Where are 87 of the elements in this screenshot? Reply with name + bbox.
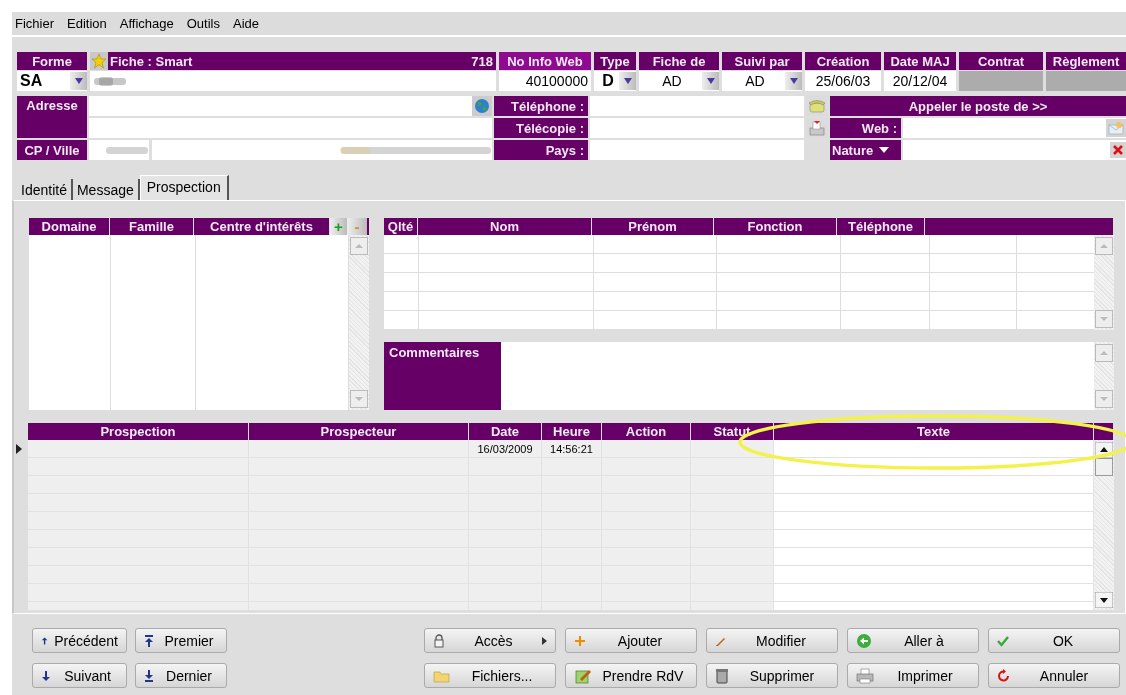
record-number: 718 (471, 53, 493, 69)
dropdown-arrow-icon (74, 78, 83, 84)
dropdown-field[interactable]: AD (722, 71, 802, 91)
date-field[interactable]: 25/06/03 (805, 71, 881, 91)
star-icon[interactable] (90, 52, 108, 70)
notepad-icon (574, 667, 592, 684)
action-button[interactable]: Aller à (847, 628, 979, 653)
input-field[interactable] (590, 140, 804, 160)
telephone-icon[interactable] (808, 98, 826, 114)
field-label: Télécopie : (494, 118, 588, 138)
undo-icon (997, 668, 1011, 683)
dropdown-arrow-icon (706, 78, 715, 84)
dropdown-field[interactable]: D (594, 71, 636, 91)
nature-dropdown[interactable]: Nature (830, 140, 901, 160)
nav-button[interactable]: Premier (135, 628, 227, 653)
field-label: No Info Web (499, 52, 591, 70)
input-field[interactable]: 40100000 (499, 71, 591, 91)
tab[interactable]: Prospection (139, 175, 229, 200)
nav-button[interactable]: Précédent (32, 628, 127, 653)
field-label: Fiche de (639, 52, 719, 70)
check-icon (997, 634, 1009, 647)
record-title: Fiche : Smart (110, 53, 193, 69)
action-button[interactable]: Accès (424, 628, 556, 653)
nav-button[interactable]: Dernier (135, 663, 227, 688)
menu-item[interactable]: Affichage (119, 16, 174, 31)
arrow-circle-icon (856, 632, 872, 649)
field-label: Type (594, 52, 636, 70)
menu-item[interactable]: Aide (232, 16, 259, 31)
input-field[interactable] (903, 140, 1126, 160)
field-label: Création (805, 52, 881, 70)
globe-icon[interactable] (472, 96, 492, 116)
dropdown-arrow-icon (623, 78, 632, 84)
dropdown-field[interactable]: SA (17, 71, 87, 91)
menu-item[interactable]: Fichier (15, 16, 54, 31)
dropdown-field[interactable]: AD (639, 71, 719, 91)
down-arrow-icon (41, 669, 51, 682)
action-button[interactable]: OK (988, 628, 1120, 653)
comments-label: Commentaires (384, 342, 501, 410)
address-field[interactable] (89, 118, 492, 138)
field-label: Adresse (17, 96, 87, 138)
action-button[interactable]: Imprimer (847, 663, 979, 688)
table-cell: 14:56:21 (542, 440, 602, 457)
dropdown-arrow-icon (789, 78, 798, 84)
action-button[interactable]: Modifier (706, 628, 838, 653)
input-field[interactable] (590, 96, 804, 116)
up-to-top-icon (144, 634, 154, 647)
up-arrow-icon (41, 634, 49, 647)
field-label: Suivi par (722, 52, 802, 70)
scroll-down-icon[interactable] (1095, 592, 1113, 608)
field-label: Règlement (1046, 52, 1126, 70)
postcode-field[interactable] (89, 140, 149, 160)
action-button[interactable]: Fichiers... (424, 663, 556, 688)
trash-can-icon (715, 667, 729, 684)
field-label: CP / Ville (17, 140, 87, 160)
field-label: Téléphone : (494, 96, 588, 116)
menu-item[interactable]: Edition (67, 16, 107, 31)
date-field[interactable]: 20/12/04 (884, 71, 956, 91)
action-button[interactable]: Annuler (988, 663, 1120, 688)
action-button[interactable]: Supprimer (706, 663, 838, 688)
field-label: Web : (830, 118, 901, 138)
printer-icon (856, 667, 874, 684)
scrollbar[interactable] (1094, 440, 1114, 610)
down-to-bottom-icon (144, 669, 154, 682)
nav-button[interactable]: Suivant (32, 663, 127, 688)
fax-machine-icon[interactable] (808, 120, 826, 136)
field-label: Forme (17, 52, 87, 70)
web-field[interactable] (903, 118, 1126, 138)
plus-icon (574, 634, 586, 647)
input-field[interactable] (90, 71, 496, 91)
folder-icon (433, 668, 451, 683)
menu-item[interactable]: Outils (186, 16, 220, 31)
input-field[interactable] (590, 118, 804, 138)
field-label: Contrat (959, 52, 1043, 70)
city-field[interactable] (152, 140, 492, 160)
submenu-arrow-icon (542, 636, 547, 645)
action-button[interactable]: Ajouter (565, 628, 697, 653)
field-label: Date MAJ (884, 52, 956, 70)
table-cell: 16/03/2009 (469, 440, 542, 457)
field-label: Pays : (494, 140, 588, 160)
padlock-icon (433, 633, 445, 648)
delete-icon[interactable] (1110, 142, 1126, 158)
mail-icon[interactable] (1106, 119, 1126, 137)
scroll-thumb[interactable] (1095, 458, 1113, 476)
call-button[interactable]: Appeler le poste de >> (830, 96, 1126, 116)
address-field[interactable] (89, 96, 492, 116)
caret-icon (879, 147, 890, 153)
action-button[interactable]: Prendre RdV (565, 663, 697, 688)
